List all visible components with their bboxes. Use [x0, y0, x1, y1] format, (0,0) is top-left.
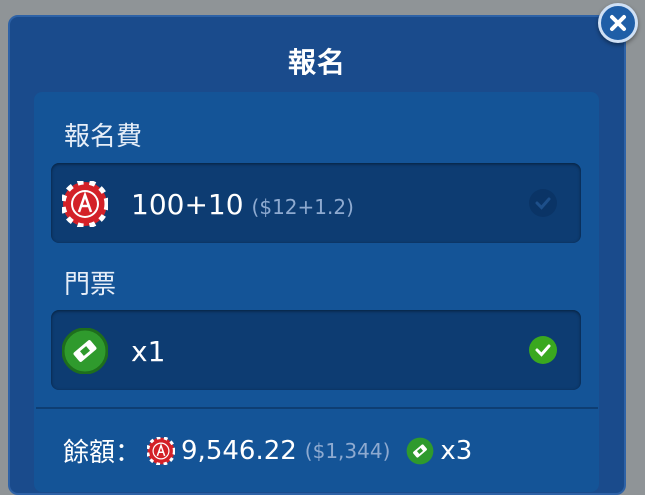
ticket-option[interactable]: x1: [51, 310, 581, 390]
balance-row: 餘額： 9,546.22 ($1,344) x3: [63, 432, 472, 469]
fee-usd: ($12+1.2): [251, 195, 354, 219]
ticket-count: x1: [131, 335, 166, 368]
check-icon: [535, 344, 551, 357]
balance-label: 餘額：: [63, 438, 142, 468]
balance-usd: ($1,344): [304, 438, 391, 463]
dialog-title: 報名: [287, 46, 346, 79]
fee-amount: 100+10 ($12+1.2): [131, 188, 354, 221]
close-button[interactable]: [598, 3, 638, 43]
close-icon: [610, 15, 626, 31]
divider: [36, 407, 598, 409]
chip-icon: [62, 181, 108, 227]
fee-main: 100+10: [131, 188, 244, 221]
fee-option[interactable]: 100+10 ($12+1.2): [51, 163, 581, 243]
balance-amount: 9,546.22: [181, 435, 297, 466]
fee-check: [529, 189, 557, 217]
ticket-icon: [406, 437, 434, 464]
balance-tickets: x3: [440, 435, 473, 466]
ticket-icon: [62, 328, 108, 374]
ticket-label: 門票: [64, 270, 117, 300]
chip-icon: [147, 436, 176, 465]
check-icon: [535, 197, 551, 210]
fee-label: 報名費: [64, 122, 143, 152]
ticket-check: [529, 336, 557, 364]
